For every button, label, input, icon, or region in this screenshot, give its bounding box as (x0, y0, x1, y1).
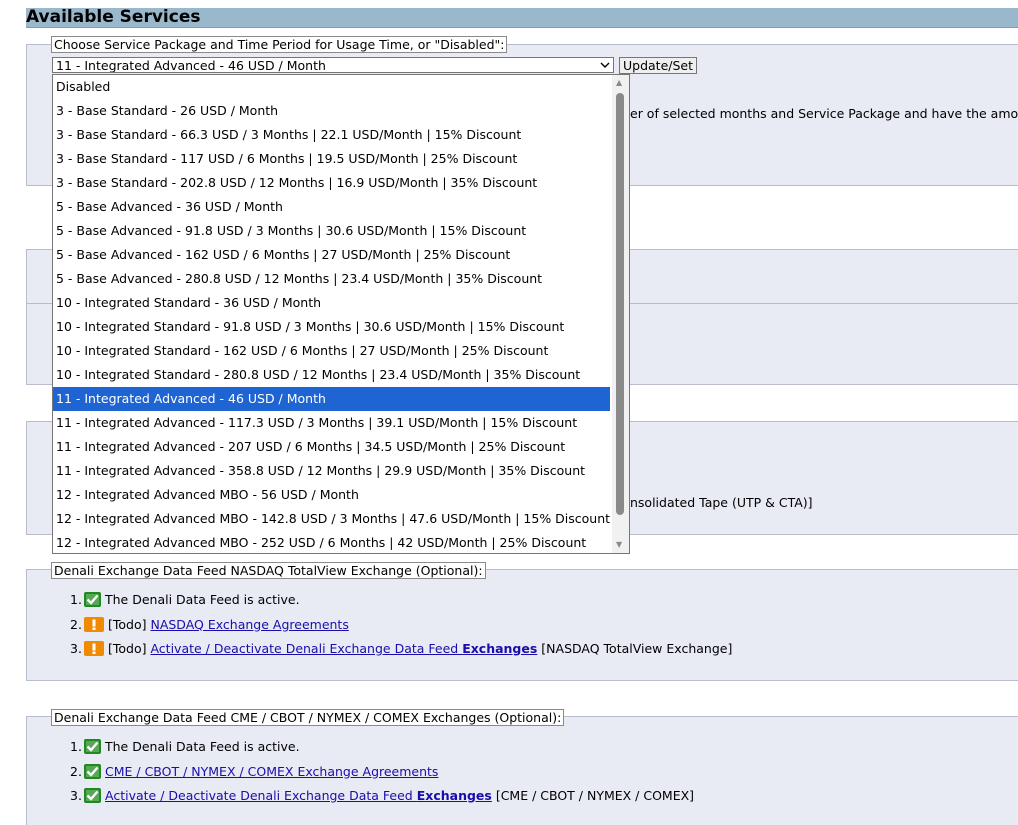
list-item: 3. [Todo] Activate / Deactivate Denali Ex… (54, 637, 732, 662)
list-number: 1. (70, 592, 82, 607)
scrollbar-thumb[interactable] (616, 93, 624, 515)
cme-feed-legend: Denali Exchange Data Feed CME / CBOT / N… (51, 709, 565, 726)
warning-icon (84, 616, 104, 632)
dropdown-option[interactable]: 5 - Base Advanced - 91.8 USD / 3 Months … (53, 219, 610, 243)
list-number: 1. (70, 739, 82, 754)
list-number: 2. (70, 763, 82, 779)
item-link[interactable]: CME / CBOT / NYMEX / COMEX Exchange Agre… (105, 764, 438, 779)
dropdown-option[interactable]: 5 - Base Advanced - 162 USD / 6 Months |… (53, 243, 610, 267)
check-icon (84, 788, 101, 803)
dropdown-option[interactable]: 10 - Integrated Standard - 91.8 USD / 3 … (53, 315, 610, 339)
dropdown-scrollbar[interactable]: ▲ ▼ (612, 75, 629, 553)
todo-label: [Todo] (108, 616, 151, 632)
nasdaq-feed-list: 1. The Denali Data Feed is active. 2. [Todo… (54, 588, 732, 662)
service-package-legend: Choose Service Package and Time Period f… (51, 36, 508, 53)
check-icon (84, 739, 101, 754)
link-text: Activate / Deactivate Denali Exchange Da… (105, 788, 417, 803)
nasdaq-feed-legend: Denali Exchange Data Feed NASDAQ TotalVi… (51, 562, 486, 579)
list-item: 1. The Denali Data Feed is active. (54, 735, 694, 760)
page-title: Available Services (26, 8, 1018, 28)
service-package-dropdown[interactable]: Disabled 3 - Base Standard - 26 USD / Mon… (52, 74, 630, 554)
link-text: NASDAQ Exchange Agreements (150, 616, 349, 632)
dropdown-option[interactable]: 11 - Integrated Advanced - 117.3 USD / 3… (53, 411, 610, 435)
status-text: The Denali Data Feed is active. (105, 592, 300, 607)
dropdown-option[interactable]: 3 - Base Standard - 117 USD / 6 Months |… (53, 147, 610, 171)
cme-feed-list: 1. The Denali Data Feed is active. 2. CME /… (54, 735, 694, 809)
item-link[interactable]: Activate / Deactivate Denali Exchange Da… (150, 641, 537, 656)
list-item: 3. Activate / Deactivate Denali Exchange … (54, 784, 694, 809)
dropdown-option[interactable]: 10 - Integrated Standard - 162 USD / 6 M… (53, 339, 610, 363)
dropdown-option[interactable]: 12 - Integrated Advanced MBO - 252 USD /… (53, 531, 610, 553)
dropdown-option[interactable]: 11 - Integrated Advanced - 358.8 USD / 1… (53, 459, 610, 483)
dropdown-option[interactable]: 5 - Base Advanced - 280.8 USD / 12 Month… (53, 267, 610, 291)
obscured-text-fragment: nsolidated Tape (UTP & CTA)] (630, 495, 813, 510)
dropdown-option[interactable]: 11 - Integrated Advanced - 46 USD / Mont… (53, 387, 610, 411)
update-set-button[interactable]: Update/Set (619, 57, 697, 74)
link-bold-text: Exchanges (462, 641, 538, 656)
select-value: 11 - Integrated Advanced - 46 USD / Mont… (56, 58, 326, 73)
dropdown-option[interactable]: 3 - Base Standard - 66.3 USD / 3 Months … (53, 123, 610, 147)
check-icon (84, 763, 101, 779)
dropdown-option[interactable]: 5 - Base Advanced - 36 USD / Month (53, 195, 610, 219)
item-link[interactable]: NASDAQ Exchange Agreements (150, 617, 348, 632)
list-number: 3. (70, 788, 82, 803)
item-link[interactable]: Activate / Deactivate Denali Exchange Da… (105, 788, 492, 803)
scroll-up-icon[interactable]: ▲ (616, 78, 622, 87)
scroll-down-icon[interactable]: ▼ (616, 540, 622, 549)
list-item: 2. [Todo] NASDAQ Exchange Agreements (54, 613, 732, 638)
list-item: 1. The Denali Data Feed is active. (54, 588, 732, 613)
dropdown-option[interactable]: Disabled (53, 75, 610, 99)
link-text: CME / CBOT / NYMEX / COMEX Exchange Agre… (105, 763, 439, 779)
dropdown-option[interactable]: 10 - Integrated Standard - 36 USD / Mont… (53, 291, 610, 315)
dropdown-option[interactable]: 12 - Integrated Advanced MBO - 142.8 USD… (53, 507, 610, 531)
status-text: The Denali Data Feed is active. (105, 739, 300, 754)
warning-icon (84, 641, 104, 656)
list-number: 2. (70, 616, 82, 632)
service-package-description: er of selected months and Service Packag… (630, 106, 1018, 121)
link-bold-text: Exchanges (416, 788, 492, 803)
item-suffix: [CME / CBOT / NYMEX / COMEX] (491, 788, 695, 803)
item-suffix: [NASDAQ TotalView Exchange] (537, 641, 733, 656)
dropdown-option[interactable]: 3 - Base Standard - 202.8 USD / 12 Month… (53, 171, 610, 195)
chevron-down-icon (600, 58, 610, 72)
todo-label: [Todo] (108, 641, 151, 656)
check-icon (84, 592, 101, 607)
dropdown-option[interactable]: 3 - Base Standard - 26 USD / Month (53, 99, 610, 123)
service-package-select[interactable]: 11 - Integrated Advanced - 46 USD / Mont… (52, 57, 614, 73)
list-item: 2. CME / CBOT / NYMEX / COMEX Exchange Ag… (54, 760, 694, 785)
list-number: 3. (70, 641, 82, 656)
link-text: Activate / Deactivate Denali Exchange Da… (150, 641, 463, 656)
dropdown-option[interactable]: 10 - Integrated Standard - 280.8 USD / 1… (53, 363, 610, 387)
dropdown-option[interactable]: 11 - Integrated Advanced - 207 USD / 6 M… (53, 435, 610, 459)
dropdown-option[interactable]: 12 - Integrated Advanced MBO - 56 USD / … (53, 483, 610, 507)
